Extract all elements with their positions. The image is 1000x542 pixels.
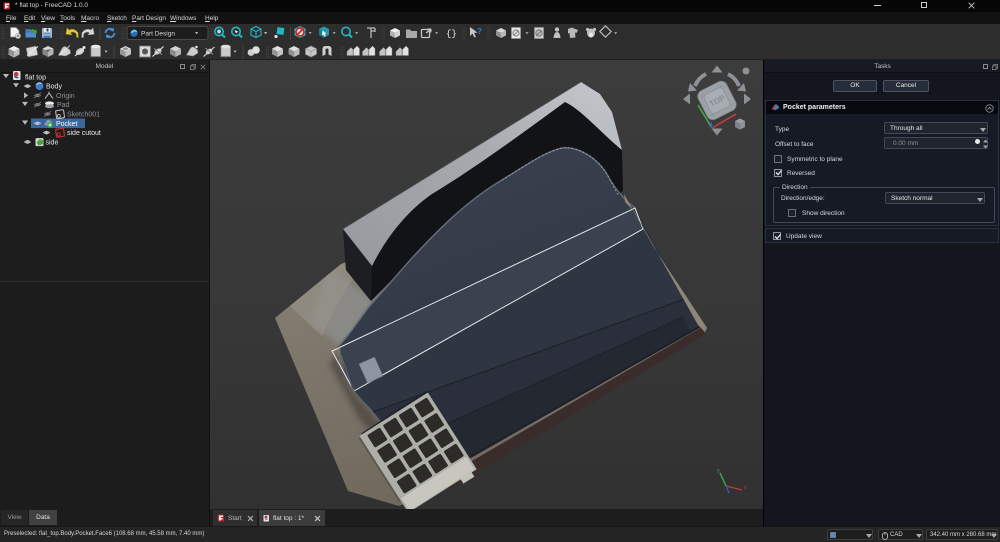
- svg-text:side cutout: side cutout: [67, 130, 101, 137]
- svg-text:Pad: Pad: [57, 102, 70, 109]
- svg-text:Sketch001: Sketch001: [67, 112, 100, 119]
- svg-text:flat top: flat top: [25, 74, 46, 81]
- svg-text:{}: {}: [446, 29, 457, 39]
- svg-text:Part Design: Part Design: [141, 30, 175, 37]
- svg-text:side: side: [46, 139, 59, 146]
- svg-text:Pocket: Pocket: [56, 121, 77, 128]
- svg-text:Body: Body: [46, 84, 62, 91]
- svg-text:Origin: Origin: [56, 93, 75, 100]
- svg-text:?: ?: [477, 27, 482, 36]
